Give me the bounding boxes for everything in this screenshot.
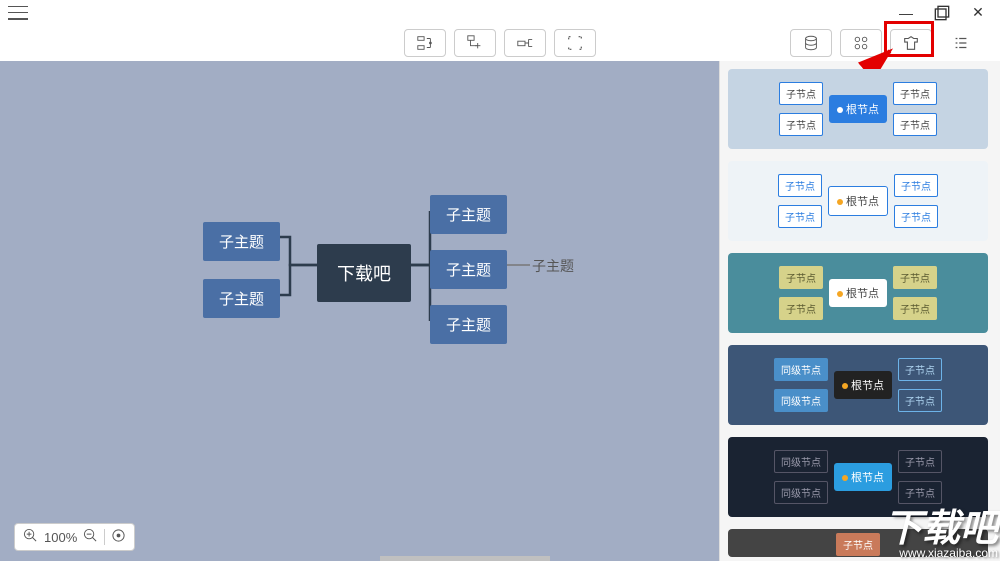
theme-root: 根节点 bbox=[834, 463, 892, 491]
mindmap-canvas[interactable]: 下载吧 子主题 子主题 子主题 子主题 子主题 子主题 100% bbox=[0, 61, 720, 561]
insert-sibling-button[interactable] bbox=[404, 29, 446, 57]
theme-mini: 子节点 bbox=[893, 297, 937, 320]
theme-card-1[interactable]: 子节点子节点 根节点 子节点子节点 bbox=[728, 69, 988, 149]
theme-root: 根节点 bbox=[829, 279, 887, 307]
zoom-in-button[interactable] bbox=[23, 528, 38, 546]
theme-mini: 子节点 bbox=[894, 205, 938, 228]
theme-card-5[interactable]: 同级节点同级节点 根节点 子节点子节点 bbox=[728, 437, 988, 517]
theme-mini: 子节点 bbox=[778, 205, 822, 228]
theme-mini: 子节点 bbox=[894, 174, 938, 197]
theme-sidebar[interactable]: 子节点子节点 根节点 子节点子节点 子节点子节点 根节点 子节点子节点 子节点子… bbox=[720, 61, 1000, 561]
zoom-level: 100% bbox=[44, 530, 77, 545]
theme-mini: 子节点 bbox=[898, 389, 942, 412]
separator bbox=[104, 529, 105, 545]
sub-node-left-1[interactable]: 子主题 bbox=[203, 279, 280, 318]
theme-mini: 同级节点 bbox=[774, 481, 828, 504]
theme-mini: 子节点 bbox=[893, 266, 937, 289]
theme-mini: 子节点 bbox=[778, 174, 822, 197]
grid-button[interactable] bbox=[840, 29, 882, 57]
sub-node-left-0[interactable]: 子主题 bbox=[203, 222, 280, 261]
center-button[interactable] bbox=[111, 528, 126, 546]
close-button[interactable]: ✕ bbox=[970, 5, 986, 21]
focus-button[interactable] bbox=[554, 29, 596, 57]
sub-node-right-0[interactable]: 子主题 bbox=[430, 195, 507, 234]
zoom-bar: 100% bbox=[14, 523, 135, 551]
root-node[interactable]: 下载吧 bbox=[317, 244, 411, 302]
theme-mini: 同级节点 bbox=[774, 358, 828, 381]
theme-mini: 同级节点 bbox=[774, 389, 828, 412]
outline-button[interactable] bbox=[940, 29, 982, 57]
theme-mini: 子节点 bbox=[898, 358, 942, 381]
storage-button[interactable] bbox=[790, 29, 832, 57]
theme-mini: 子节点 bbox=[779, 266, 823, 289]
theme-root: 根节点 bbox=[828, 186, 888, 216]
theme-card-6[interactable]: 子节点 bbox=[728, 529, 988, 557]
horizontal-scrollbar[interactable] bbox=[380, 556, 550, 561]
minimize-button[interactable]: — bbox=[898, 5, 914, 21]
zoom-out-button[interactable] bbox=[83, 528, 98, 546]
sub-node-right-1[interactable]: 子主题 bbox=[430, 250, 507, 289]
theme-mini: 子节点 bbox=[898, 481, 942, 504]
theme-card-2[interactable]: 子节点子节点 根节点 子节点子节点 bbox=[728, 161, 988, 241]
theme-root: 根节点 bbox=[834, 371, 892, 399]
theme-card-4[interactable]: 同级节点同级节点 根节点 子节点子节点 bbox=[728, 345, 988, 425]
theme-mini: 子节点 bbox=[779, 297, 823, 320]
theme-mini: 子节点 bbox=[893, 82, 937, 105]
theme-mini: 同级节点 bbox=[774, 450, 828, 473]
theme-root: 根节点 bbox=[829, 95, 887, 123]
theme-mini: 子节点 bbox=[779, 82, 823, 105]
theme-button[interactable] bbox=[890, 29, 932, 57]
insert-child-button[interactable] bbox=[454, 29, 496, 57]
leaf-node[interactable]: 子主题 bbox=[532, 256, 574, 276]
theme-card-3[interactable]: 子节点子节点 根节点 子节点子节点 bbox=[728, 253, 988, 333]
sub-node-right-2[interactable]: 子主题 bbox=[430, 305, 507, 344]
theme-mini: 子节点 bbox=[836, 533, 880, 556]
theme-mini: 子节点 bbox=[893, 113, 937, 136]
maximize-button[interactable] bbox=[934, 5, 950, 21]
theme-mini: 子节点 bbox=[779, 113, 823, 136]
menu-button[interactable] bbox=[8, 6, 28, 20]
layout-button[interactable] bbox=[504, 29, 546, 57]
theme-mini: 子节点 bbox=[898, 450, 942, 473]
